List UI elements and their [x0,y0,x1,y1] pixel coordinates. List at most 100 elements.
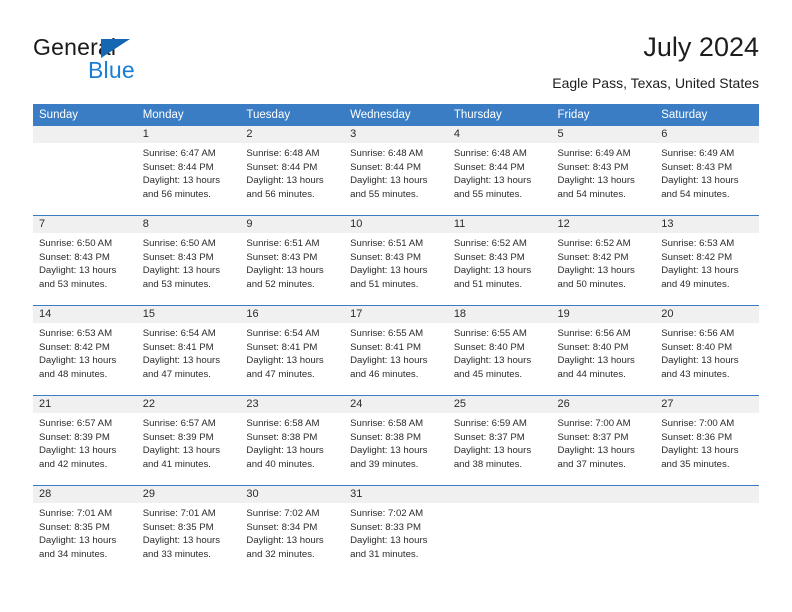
day-number: 4 [447,126,552,143]
calendar-cell: 9 Sunrise: 6:51 AM Sunset: 8:43 PM Daylight… [240,215,345,306]
weekday-header-wednesday: Wednesday [344,104,448,126]
calendar-day-cell[interactable]: 13 Sunrise: 6:53 AM Sunset: 8:42 PM Dayligh… [655,216,759,305]
sunrise-sunset-calendar: Sunday Monday Tuesday Wednesday Thursday Frid… [33,104,759,575]
calendar-cell: 25 Sunrise: 6:59 AM Sunset: 8:37 PM Dayligh… [447,395,552,486]
daylight-duration-line2: and 49 minutes. [661,278,730,290]
calendar-day-cell[interactable]: 26 Sunrise: 7:00 AM Sunset: 8:37 PM Dayligh… [551,396,656,485]
calendar-day-cell[interactable]: 30 Sunrise: 7:02 AM Sunset: 8:34 PM Dayligh… [240,486,345,575]
calendar-day-cell-empty [655,486,759,575]
day-details: Sunrise: 6:48 AM Sunset: 8:44 PM Daylight:… [448,143,552,201]
calendar-day-cell[interactable]: 1 Sunrise: 6:47 AM Sunset: 8:44 PM Daylight… [136,126,241,215]
calendar-day-cell[interactable]: 29 Sunrise: 7:01 AM Sunset: 8:35 PM Dayligh… [136,486,241,575]
calendar-day-cell[interactable]: 2 Sunrise: 6:48 AM Sunset: 8:44 PM Daylight… [240,126,345,215]
calendar-day-cell[interactable]: 14 Sunrise: 6:53 AM Sunset: 8:42 PM Dayligh… [33,306,137,395]
day-number: 25 [447,396,552,413]
sunrise-time: Sunrise: 7:01 AM [142,508,216,519]
sunrise-time: Sunrise: 6:48 AM [246,148,320,159]
calendar-day-cell[interactable]: 27 Sunrise: 7:00 AM Sunset: 8:36 PM Dayligh… [655,396,759,485]
calendar-day-cell[interactable]: 22 Sunrise: 6:57 AM Sunset: 8:39 PM Dayligh… [136,396,241,485]
daylight-duration-line2: and 55 minutes. [453,188,523,200]
day-number: 9 [240,216,345,233]
daylight-duration-line2: and 34 minutes. [39,548,108,560]
calendar-day-cell[interactable]: 8 Sunrise: 6:50 AM Sunset: 8:43 PM Daylight… [136,216,241,305]
calendar-day-cell[interactable]: 24 Sunrise: 6:58 AM Sunset: 8:38 PM Dayligh… [344,396,448,485]
day-number: 7 [33,216,137,233]
calendar-day-cell[interactable]: 21 Sunrise: 6:57 AM Sunset: 8:39 PM Dayligh… [33,396,137,485]
calendar-day-cell[interactable]: 31 Sunrise: 7:02 AM Sunset: 8:33 PM Dayligh… [344,486,448,575]
calendar-cell: 18 Sunrise: 6:55 AM Sunset: 8:40 PM Dayligh… [447,305,552,396]
daylight-duration-line2: and 37 minutes. [557,458,626,470]
daylight-duration-line1: Daylight: 13 hours [246,265,324,277]
sunrise-time: Sunrise: 6:51 AM [246,238,320,249]
calendar-cell: 10 Sunrise: 6:51 AM Sunset: 8:43 PM Dayligh… [344,215,448,306]
weekday-header-saturday: Saturday [655,104,759,126]
calendar-day-cell[interactable]: 11 Sunrise: 6:52 AM Sunset: 8:43 PM Dayligh… [447,216,552,305]
sunrise-time: Sunrise: 6:56 AM [661,328,735,339]
daylight-duration-line1: Daylight: 13 hours [661,355,739,367]
daylight-duration-line1: Daylight: 13 hours [246,175,324,187]
day-details: Sunrise: 6:53 AM Sunset: 8:42 PM Daylight:… [33,323,137,381]
calendar-cell: 6 Sunrise: 6:49 AM Sunset: 8:43 PM Daylight… [655,126,759,216]
daylight-duration-line1: Daylight: 13 hours [661,265,739,277]
calendar-day-cell[interactable]: 17 Sunrise: 6:55 AM Sunset: 8:41 PM Dayligh… [344,306,448,395]
calendar-day-cell[interactable]: 4 Sunrise: 6:48 AM Sunset: 8:44 PM Daylight… [447,126,552,215]
calendar-day-cell-empty [447,486,552,575]
daylight-duration-line1: Daylight: 13 hours [557,355,635,367]
calendar-cell [447,485,552,575]
day-number: 15 [136,306,241,323]
day-details: Sunrise: 6:54 AM Sunset: 8:41 PM Daylight:… [137,323,241,381]
daylight-duration-line2: and 50 minutes. [557,278,626,290]
sunset-time: Sunset: 8:36 PM [661,431,733,443]
sunset-time: Sunset: 8:33 PM [350,521,422,533]
page-title: July 2024 [643,32,759,62]
daylight-duration-line1: Daylight: 13 hours [557,175,635,187]
calendar-cell: 2 Sunrise: 6:48 AM Sunset: 8:44 PM Daylight… [240,126,345,216]
daylight-duration-line2: and 40 minutes. [246,458,315,470]
calendar-cell [551,485,656,575]
calendar-day-cell[interactable]: 23 Sunrise: 6:58 AM Sunset: 8:38 PM Dayligh… [240,396,345,485]
general-blue-logo[interactable]: General Blue [33,34,213,90]
calendar-day-cell[interactable]: 9 Sunrise: 6:51 AM Sunset: 8:43 PM Daylight… [240,216,345,305]
day-number: 1 [136,126,241,143]
day-number: 18 [447,306,552,323]
calendar-day-cell[interactable]: 15 Sunrise: 6:54 AM Sunset: 8:41 PM Dayligh… [136,306,241,395]
sunset-time: Sunset: 8:42 PM [661,251,733,263]
calendar-day-cell[interactable]: 7 Sunrise: 6:50 AM Sunset: 8:43 PM Daylight… [33,216,137,305]
calendar-day-cell[interactable]: 6 Sunrise: 6:49 AM Sunset: 8:43 PM Daylight… [655,126,759,215]
calendar-day-cell[interactable]: 10 Sunrise: 6:51 AM Sunset: 8:43 PM Dayligh… [344,216,448,305]
calendar-page: General Blue July 2024 Eagle Pass, Texas… [0,0,792,612]
calendar-day-cell[interactable]: 3 Sunrise: 6:48 AM Sunset: 8:44 PM Daylight… [344,126,448,215]
page-header: General Blue July 2024 Eagle Pass, Texas… [33,30,759,96]
daylight-duration-line1: Daylight: 13 hours [246,355,324,367]
calendar-day-cell[interactable]: 28 Sunrise: 7:01 AM Sunset: 8:35 PM Dayligh… [33,486,137,575]
calendar-cell: 31 Sunrise: 7:02 AM Sunset: 8:33 PM Dayligh… [344,485,448,575]
page-subtitle: Eagle Pass, Texas, United States [552,75,759,91]
sunrise-time: Sunrise: 6:52 AM [557,238,631,249]
calendar-day-cell[interactable]: 20 Sunrise: 6:56 AM Sunset: 8:40 PM Dayligh… [655,306,759,395]
day-details: Sunrise: 7:02 AM Sunset: 8:34 PM Daylight:… [240,503,344,561]
sunset-time: Sunset: 8:43 PM [557,161,629,173]
sunrise-time: Sunrise: 6:54 AM [246,328,320,339]
calendar-day-cell[interactable]: 5 Sunrise: 6:49 AM Sunset: 8:43 PM Daylight… [551,126,656,215]
day-number: 5 [551,126,656,143]
sunset-time: Sunset: 8:41 PM [246,341,318,353]
day-number: 21 [33,396,137,413]
calendar-week-row: 1 Sunrise: 6:47 AM Sunset: 8:44 PM Daylight… [33,126,759,216]
daylight-duration-line2: and 56 minutes. [142,188,211,200]
weekday-header-monday: Monday [136,104,241,126]
day-details: Sunrise: 6:52 AM Sunset: 8:43 PM Daylight:… [448,233,552,291]
day-number [33,126,137,143]
calendar-day-cell[interactable]: 18 Sunrise: 6:55 AM Sunset: 8:40 PM Dayligh… [447,306,552,395]
daylight-duration-line1: Daylight: 13 hours [661,175,739,187]
calendar-cell: 14 Sunrise: 6:53 AM Sunset: 8:42 PM Dayligh… [33,305,137,396]
daylight-duration-line1: Daylight: 13 hours [350,265,428,277]
calendar-day-cell[interactable]: 25 Sunrise: 6:59 AM Sunset: 8:37 PM Dayligh… [447,396,552,485]
daylight-duration-line2: and 47 minutes. [142,368,211,380]
calendar-week-row: 14 Sunrise: 6:53 AM Sunset: 8:42 PM Dayligh… [33,305,759,396]
daylight-duration-line2: and 33 minutes. [142,548,211,560]
calendar-day-cell[interactable]: 16 Sunrise: 6:54 AM Sunset: 8:41 PM Dayligh… [240,306,345,395]
day-number [447,486,552,503]
calendar-day-cell[interactable]: 19 Sunrise: 6:56 AM Sunset: 8:40 PM Dayligh… [551,306,656,395]
calendar-cell: 4 Sunrise: 6:48 AM Sunset: 8:44 PM Daylight… [447,126,552,216]
calendar-day-cell[interactable]: 12 Sunrise: 6:52 AM Sunset: 8:42 PM Dayligh… [551,216,656,305]
